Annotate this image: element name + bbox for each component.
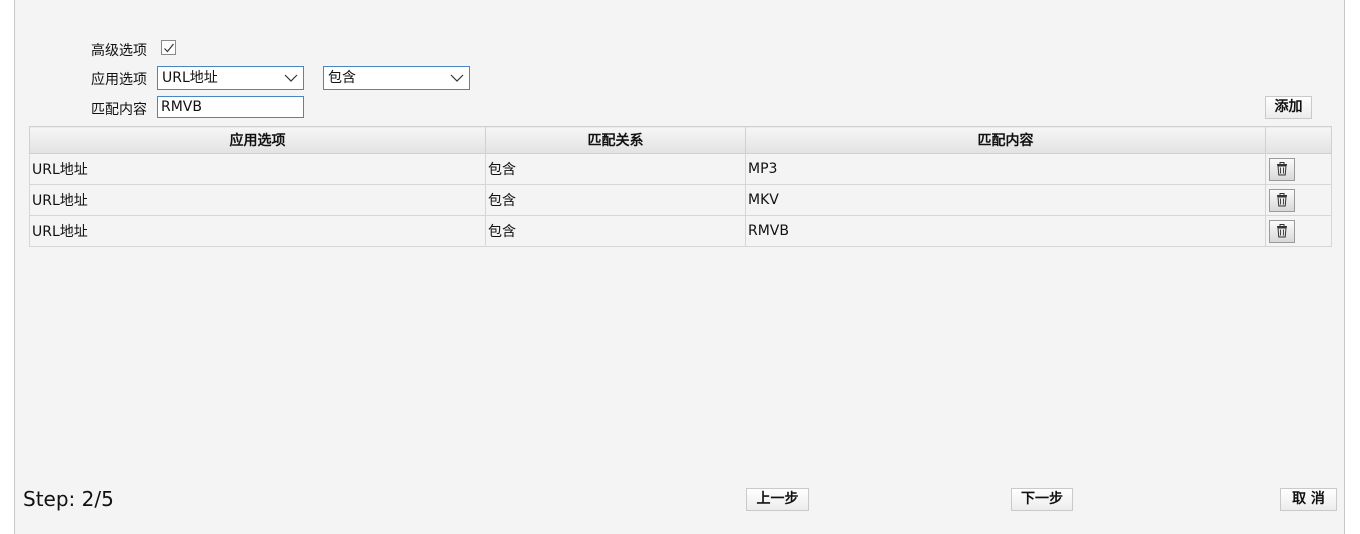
cell-match-content: MP3 — [745, 153, 1266, 185]
cell-apply-option: URL地址 — [29, 184, 486, 216]
column-header-apply-option[interactable]: 应用选项 — [29, 126, 486, 154]
rules-table: 应用选项 匹配关系 匹配内容 URL地址 包含 MP3 URL地址 包含 MKV… — [29, 126, 1332, 247]
advanced-options-checkbox[interactable] — [161, 40, 176, 55]
cell-match-relation: 包含 — [485, 184, 746, 216]
match-relation-value: 包含 — [328, 70, 356, 86]
trash-icon — [1277, 193, 1287, 207]
previous-step-button[interactable]: 上一步 — [746, 488, 809, 511]
add-button[interactable]: 添加 — [1265, 96, 1312, 119]
column-header-match-content[interactable]: 匹配内容 — [745, 126, 1266, 154]
cell-apply-option: URL地址 — [29, 153, 486, 185]
match-content-input[interactable]: RMVB — [157, 96, 304, 118]
cell-apply-option: URL地址 — [29, 215, 486, 247]
chevron-down-icon — [284, 74, 298, 82]
trash-icon — [1277, 224, 1287, 238]
cell-actions — [1265, 153, 1332, 185]
table-row: URL地址 包含 RMVB — [29, 215, 1332, 247]
chevron-down-icon — [450, 74, 464, 82]
table-row: URL地址 包含 MKV — [29, 184, 1332, 216]
trash-icon — [1277, 162, 1287, 176]
cell-match-relation: 包含 — [485, 153, 746, 185]
delete-row-button[interactable] — [1269, 219, 1295, 243]
column-header-match-relation[interactable]: 匹配关系 — [485, 126, 746, 154]
delete-row-button[interactable] — [1269, 188, 1295, 212]
cell-match-content: MKV — [745, 184, 1266, 216]
checkmark-icon — [163, 43, 174, 52]
cell-match-content: RMVB — [745, 215, 1266, 247]
match-relation-select[interactable]: 包含 — [323, 66, 470, 90]
apply-option-select[interactable]: URL地址 — [157, 66, 304, 90]
table-row: URL地址 包含 MP3 — [29, 153, 1332, 185]
cell-match-relation: 包含 — [485, 215, 746, 247]
cell-actions — [1265, 184, 1332, 216]
apply-option-value: URL地址 — [162, 70, 218, 86]
advanced-options-label: 高级选项 — [91, 43, 147, 59]
column-header-actions — [1265, 126, 1332, 154]
delete-row-button[interactable] — [1269, 157, 1295, 181]
match-content-label: 匹配内容 — [91, 102, 147, 118]
next-step-button[interactable]: 下一步 — [1011, 488, 1073, 511]
table-header-row: 应用选项 匹配关系 匹配内容 — [29, 126, 1332, 154]
step-indicator: Step: 2/5 — [23, 487, 114, 511]
cancel-button[interactable]: 取 消 — [1280, 488, 1337, 511]
apply-option-label: 应用选项 — [91, 72, 147, 88]
cell-actions — [1265, 215, 1332, 247]
